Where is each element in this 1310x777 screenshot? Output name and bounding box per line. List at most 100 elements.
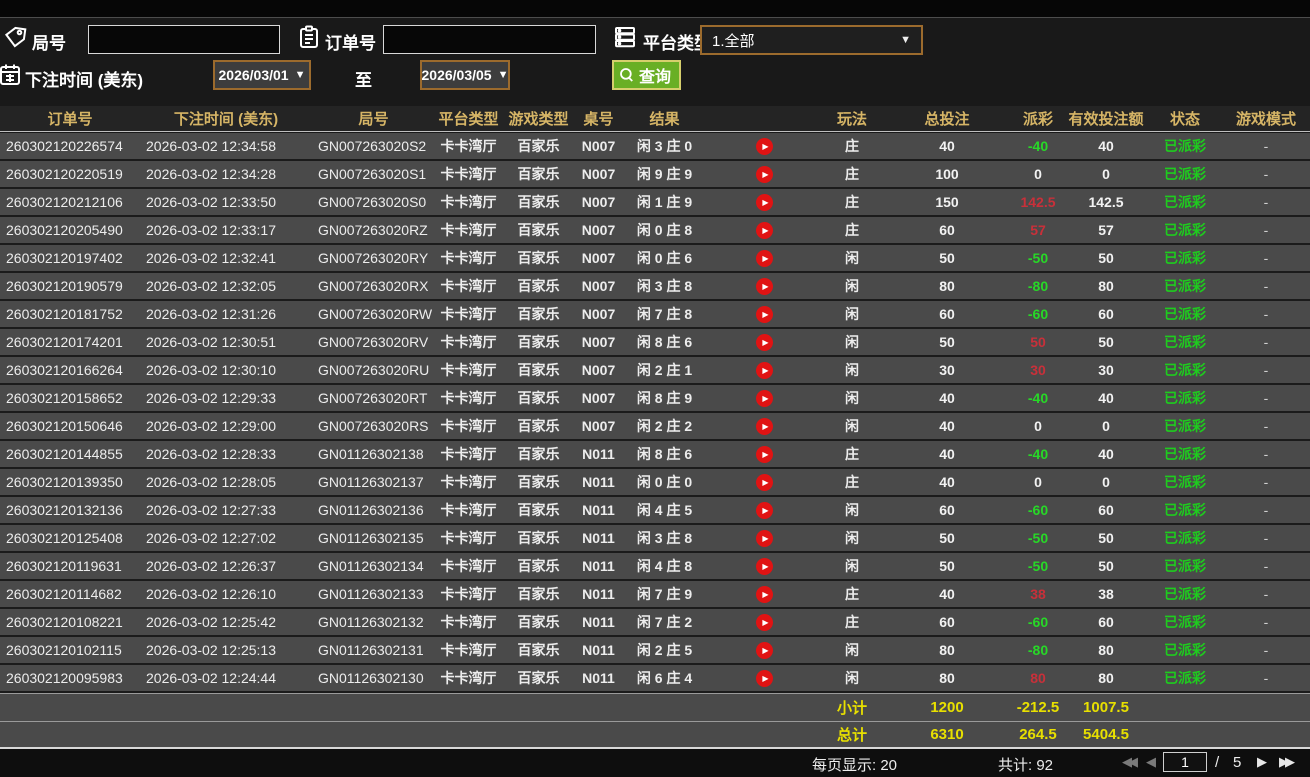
play-video-icon[interactable]: ▶ (756, 333, 773, 351)
play-video-icon[interactable]: ▶ (756, 193, 773, 211)
play-video-icon[interactable]: ▶ (756, 417, 773, 435)
game-type-cell: 百家乐 (517, 278, 560, 294)
round-id-cell: GN01126302134 (318, 558, 424, 574)
round-no-input[interactable] (88, 25, 280, 54)
table-no-cell: N007 (581, 418, 616, 434)
platform-type-selected-value: 1.全部 (712, 32, 755, 50)
round-no-label: 局号 (32, 34, 66, 53)
video-replay-cell: ▶ (707, 557, 822, 575)
table-no-cell: N011 (582, 474, 615, 490)
table-row: 260302120212106 2026-03-02 12:33:50 GN0072… (0, 189, 1310, 217)
play-type-cell: 庄 (845, 586, 859, 602)
table-header-row: 订单号 下注时间 (美东) 局号 平台类型 游戏类型 桌号 结果 玩法 总投注 派彩 有效投注额 状态… (0, 106, 1310, 132)
video-replay-cell: ▶ (707, 417, 822, 435)
video-replay-cell: ▶ (707, 445, 822, 463)
order-no-input[interactable] (383, 25, 596, 54)
payout-cell: 30 (1030, 362, 1046, 378)
result-cell: 闲 6 庄 4 (636, 670, 693, 686)
payout-cell: -60 (1027, 614, 1049, 630)
game-mode-cell: - (1263, 474, 1269, 490)
column-header: 玩法 (836, 111, 867, 128)
game-type-cell: 百家乐 (517, 194, 560, 210)
game-mode-cell: - (1263, 278, 1269, 294)
table-no-cell: N007 (581, 278, 616, 294)
play-video-icon[interactable]: ▶ (756, 529, 773, 547)
play-video-icon[interactable]: ▶ (756, 669, 773, 687)
play-video-icon[interactable]: ▶ (756, 165, 773, 183)
status-cell: 已派彩 (1164, 530, 1206, 546)
payout-cell: 0 (1034, 166, 1042, 182)
column-header: 结果 (649, 111, 680, 128)
bet-time-cell: 2026-03-02 12:28:33 (146, 446, 276, 462)
table-no-cell: N011 (582, 446, 615, 462)
total-bet-cell: 50 (939, 250, 955, 266)
play-video-icon[interactable]: ▶ (756, 501, 773, 519)
play-video-icon[interactable]: ▶ (756, 445, 773, 463)
play-video-icon[interactable]: ▶ (756, 613, 773, 631)
valid-bet-cell: 80 (1098, 670, 1114, 686)
game-mode-cell: - (1263, 250, 1269, 266)
round-id-cell: GN01126302135 (318, 530, 424, 546)
to-label: 至 (355, 71, 372, 90)
play-video-icon[interactable]: ▶ (756, 641, 773, 659)
video-replay-cell: ▶ (707, 137, 822, 155)
payout-cell: 80 (1030, 670, 1046, 686)
subtotal-label: 小计 (836, 700, 867, 717)
game-mode-cell: - (1263, 306, 1269, 322)
game-type-cell: 百家乐 (517, 138, 560, 154)
play-video-icon[interactable]: ▶ (756, 221, 773, 239)
table-no-cell: N011 (582, 670, 615, 686)
subtotal-row: 小计 1200 -212.5 1007.5 (0, 693, 1310, 721)
game-type-cell: 百家乐 (517, 558, 560, 574)
total-bet-cell: 40 (939, 418, 955, 434)
play-video-icon[interactable]: ▶ (756, 473, 773, 491)
platform-cell: 卡卡湾厅 (440, 558, 497, 574)
column-header: 下注时间 (美东) (173, 111, 279, 128)
date-from-picker[interactable]: 2026/03/01 ▼ (213, 60, 311, 90)
valid-bet-cell: 142.5 (1088, 194, 1124, 210)
date-to-picker[interactable]: 2026/03/05 ▼ (420, 60, 510, 90)
play-video-icon[interactable]: ▶ (756, 305, 773, 323)
total-bet-cell: 60 (939, 222, 955, 238)
valid-bet-cell: 38 (1098, 586, 1114, 602)
payout-cell: -40 (1027, 390, 1049, 406)
order-id-cell: 260302120166264 (6, 362, 123, 378)
table-no-cell: N011 (582, 502, 615, 518)
search-button[interactable]: 查询 (612, 60, 682, 90)
column-header: 派彩 (1022, 111, 1053, 128)
play-video-icon[interactable]: ▶ (756, 557, 773, 575)
play-video-icon[interactable]: ▶ (756, 249, 773, 267)
video-replay-cell: ▶ (707, 529, 822, 547)
subtotal-payout: -212.5 (1016, 699, 1060, 716)
column-header: 桌号 (583, 111, 614, 128)
first-page-button[interactable]: ◀◀ (1122, 754, 1138, 770)
clipboard-icon (297, 25, 321, 49)
video-replay-cell: ▶ (707, 193, 822, 211)
order-id-cell: 260302120150646 (6, 418, 123, 434)
game-mode-cell: - (1263, 334, 1269, 350)
last-page-button[interactable]: ▶▶ (1279, 754, 1295, 770)
valid-bet-cell: 50 (1098, 558, 1114, 574)
game-mode-cell: - (1263, 642, 1269, 658)
valid-bet-cell: 60 (1098, 614, 1114, 630)
subtotal-total-bet: 1200 (930, 699, 964, 716)
platform-type-select[interactable]: 1.全部 ▼ (700, 25, 923, 55)
status-cell: 已派彩 (1164, 138, 1206, 154)
current-page-input[interactable] (1163, 752, 1207, 772)
order-id-cell: 260302120132136 (6, 502, 123, 518)
play-video-icon[interactable]: ▶ (756, 585, 773, 603)
platform-cell: 卡卡湾厅 (440, 362, 497, 378)
payout-cell: 142.5 (1020, 194, 1056, 210)
play-video-icon[interactable]: ▶ (756, 389, 773, 407)
game-mode-cell: - (1263, 530, 1269, 546)
play-video-icon[interactable]: ▶ (756, 277, 773, 295)
play-video-icon[interactable]: ▶ (756, 137, 773, 155)
round-id-cell: GN01126302133 (318, 586, 424, 602)
result-cell: 闲 7 庄 2 (636, 614, 693, 630)
prev-page-button[interactable]: ◀ (1146, 754, 1156, 770)
next-page-button[interactable]: ▶ (1257, 754, 1267, 770)
grand-total-row: 总计 6310 264.5 5404.5 (0, 721, 1310, 749)
play-video-icon[interactable]: ▶ (756, 361, 773, 379)
round-id-cell: GN01126302138 (318, 446, 424, 462)
column-header: 平台类型 (438, 111, 499, 128)
